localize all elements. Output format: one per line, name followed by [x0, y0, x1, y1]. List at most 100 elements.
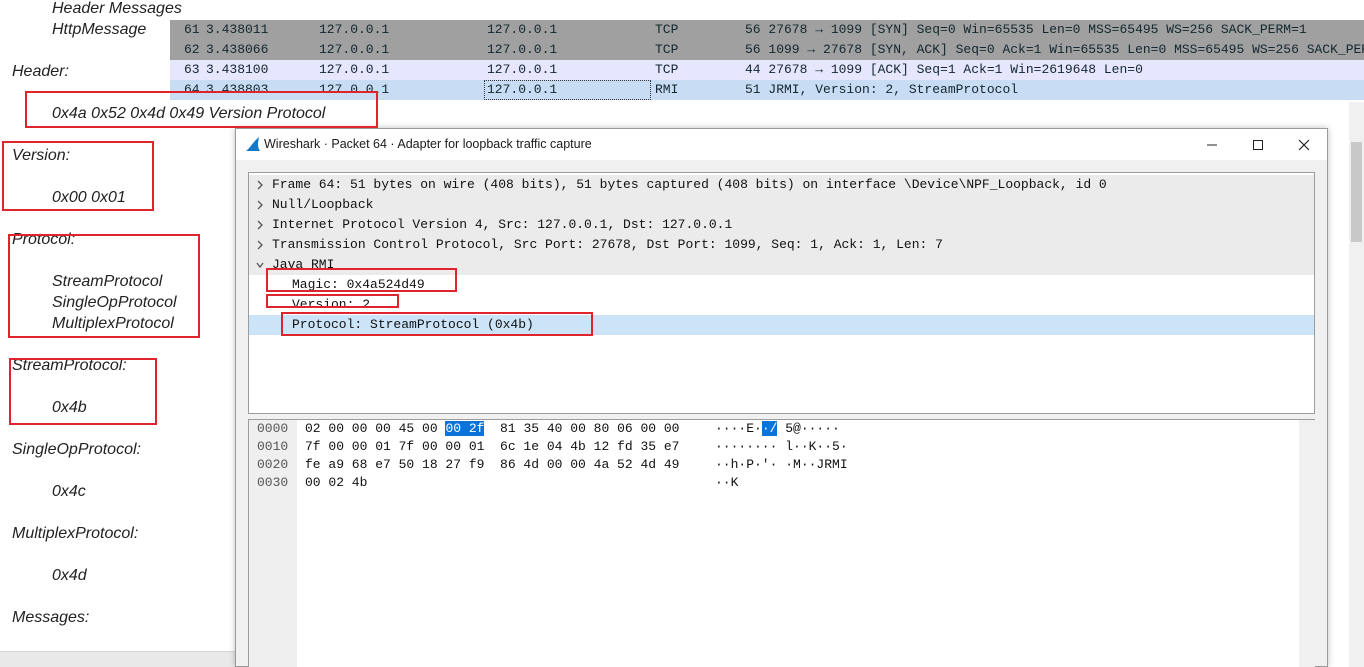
packet-list: 61 3.438011 127.0.0.1 127.0.0.1 TCP 56 2…: [170, 18, 1364, 102]
tree-item-label: Transmission Control Protocol, Src Port:…: [272, 237, 943, 252]
tree-item-frame[interactable]: Frame 64: 51 bytes on wire (408 bits), 5…: [249, 175, 1314, 195]
hex-line[interactable]: 0030 00 02 4b ··K: [249, 474, 738, 492]
doc-protocol-item: MultiplexProtocol: [52, 315, 174, 332]
hex-offset: 0010: [257, 439, 289, 454]
tree-item-magic[interactable]: Magic: 0x4a524d49: [249, 275, 1314, 295]
tree-item-ip[interactable]: Internet Protocol Version 4, Src: 127.0.…: [249, 215, 1314, 235]
hex-ascii: ··h·P·'· ·M··JRMI: [715, 457, 848, 472]
hex-offset: 0020: [257, 457, 289, 472]
packet-info: 56 1099 → 27678 [SYN, ACK] Seq=0 Ack=1 W…: [745, 42, 1364, 57]
packet-number: 63: [184, 62, 200, 77]
packet-source: 127.0.0.1: [319, 62, 390, 77]
doc-singleop-label: SingleOpProtocol:: [12, 441, 141, 458]
hex-ascii: ····E··/ 5@·····: [715, 421, 840, 436]
hex-ascii: ········ l··K··5·: [715, 439, 848, 454]
doc-stream-label: StreamProtocol:: [12, 357, 127, 374]
doc-protocol-item: SingleOpProtocol: [52, 294, 177, 311]
hex-dump-pane[interactable]: 0000 02 00 00 00 45 00 00 2f 81 35 40 00…: [248, 419, 1315, 667]
minimize-icon: [1207, 144, 1217, 146]
doc-stream-value: 0x4b: [52, 399, 87, 416]
close-icon: [1298, 139, 1310, 151]
packet-number: 64: [184, 82, 200, 97]
doc-header-value: 0x4a 0x52 0x4d 0x49 Version Protocol: [52, 105, 326, 122]
tree-item-tcp[interactable]: Transmission Control Protocol, Src Port:…: [249, 235, 1314, 255]
tree-item-label: Frame 64: 51 bytes on wire (408 bits), 5…: [272, 177, 1107, 192]
tree-item-label: Protocol: StreamProtocol (0x4b): [292, 317, 534, 332]
maximize-icon: [1253, 140, 1263, 150]
packet-info: 44 27678 → 1099 [ACK] Seq=1 Ack=1 Win=26…: [745, 62, 1143, 77]
packet-time: 3.438100: [206, 62, 269, 77]
doc-version-value: 0x00 0x01: [52, 189, 126, 206]
doc-protocol-label: Protocol:: [12, 231, 76, 248]
packet-protocol: TCP: [655, 42, 679, 57]
close-button[interactable]: [1281, 129, 1327, 160]
wireshark-fin-icon: [246, 137, 260, 151]
packet-info: 56 27678 → 1099 [SYN] Seq=0 Win=65535 Le…: [745, 22, 1307, 37]
packet-row-selected[interactable]: 64 3.438803 127.0.0.1 127.0.0.1 RMI 51 J…: [170, 80, 1364, 100]
chevron-right-icon[interactable]: [255, 199, 265, 211]
tree-item-null-loopback[interactable]: Null/Loopback: [249, 195, 1314, 215]
packet-source: 127.0.0.1: [319, 82, 390, 97]
doc-multiplex-value: 0x4d: [52, 567, 87, 584]
doc-header-label: Header:: [12, 63, 69, 80]
minimize-button[interactable]: [1189, 129, 1235, 160]
hex-vertical-scrollbar[interactable]: [1299, 420, 1315, 667]
doc-protocol-item: StreamProtocol: [52, 273, 163, 290]
hex-bytes: 00 02 4b: [305, 475, 368, 490]
main-vertical-scrollbar[interactable]: [1349, 102, 1364, 667]
doc-version-label: Version:: [12, 147, 71, 164]
packet-detail-tree: Frame 64: 51 bytes on wire (408 bits), 5…: [248, 172, 1315, 414]
scrollbar-thumb[interactable]: [1351, 142, 1362, 242]
packet-destination: 127.0.0.1: [487, 22, 558, 37]
packet-destination: 127.0.0.1: [487, 42, 558, 57]
doc-http-message: HttpMessage: [52, 21, 147, 38]
packet-info: 51 JRMI, Version: 2, StreamProtocol: [745, 82, 1019, 97]
packet-source: 127.0.0.1: [319, 42, 390, 57]
packet-source: 127.0.0.1: [319, 22, 390, 37]
doc-singleop-value: 0x4c: [52, 483, 86, 500]
packet-row[interactable]: 61 3.438011 127.0.0.1 127.0.0.1 TCP 56 2…: [170, 20, 1364, 40]
tree-item-label: Null/Loopback: [272, 197, 374, 212]
packet-window: Wireshark · Packet 64 · Adapter for loop…: [235, 128, 1328, 667]
doc-header-messages: Header Messages: [52, 0, 182, 17]
tree-item-java-rmi[interactable]: Java RMI: [249, 255, 1314, 275]
packet-number: 61: [184, 22, 200, 37]
hex-line[interactable]: 0010 7f 00 00 01 7f 00 00 01 6c 1e 04 4b…: [249, 438, 848, 456]
hex-bytes: fe a9 68 e7 50 18 27 f9 86 4d 00 00 4a 5…: [305, 457, 680, 472]
packet-destination: 127.0.0.1: [487, 82, 558, 97]
ascii-selected: ·/: [761, 421, 778, 436]
hex-bytes: 02 00 00 00 45 00 00 2f 81 35 40 00 80 0…: [305, 421, 680, 436]
doc-messages-label: Messages:: [12, 609, 90, 626]
chevron-right-icon[interactable]: [255, 219, 265, 231]
packet-time: 3.438066: [206, 42, 269, 57]
chevron-down-icon[interactable]: [255, 259, 265, 271]
packet-row[interactable]: 62 3.438066 127.0.0.1 127.0.0.1 TCP 56 1…: [170, 40, 1364, 60]
window-titlebar[interactable]: Wireshark · Packet 64 · Adapter for loop…: [236, 129, 1327, 160]
hex-line[interactable]: 0020 fe a9 68 e7 50 18 27 f9 86 4d 00 00…: [249, 456, 848, 474]
chevron-right-icon[interactable]: [255, 239, 265, 251]
doc-multiplex-label: MultiplexProtocol:: [12, 525, 139, 542]
tree-item-protocol[interactable]: Protocol: StreamProtocol (0x4b): [249, 315, 1314, 335]
packet-row[interactable]: 63 3.438100 127.0.0.1 127.0.0.1 TCP 44 2…: [170, 60, 1364, 80]
hex-offset: 0030: [257, 475, 289, 490]
packet-protocol: TCP: [655, 22, 679, 37]
tree-item-label: Internet Protocol Version 4, Src: 127.0.…: [272, 217, 733, 232]
maximize-button[interactable]: [1235, 129, 1281, 160]
hex-line[interactable]: 0000 02 00 00 00 45 00 00 2f 81 35 40 00…: [249, 420, 840, 438]
window-title: Wireshark · Packet 64 · Adapter for loop…: [264, 137, 592, 151]
hex-selected-bytes: 00 2f: [445, 421, 485, 436]
packet-protocol: TCP: [655, 62, 679, 77]
packet-protocol: RMI: [655, 82, 679, 97]
tree-item-version[interactable]: Version: 2: [249, 295, 1314, 315]
doc-horizontal-scrollbar[interactable]: [0, 651, 235, 667]
tree-item-label: Java RMI: [272, 257, 335, 272]
chevron-right-icon[interactable]: [255, 179, 265, 191]
packet-time: 3.438803: [206, 82, 269, 97]
tree-item-label: Magic: 0x4a524d49: [292, 277, 425, 292]
packet-time: 3.438011: [206, 22, 269, 37]
hex-ascii: ··K: [715, 475, 739, 490]
hex-offset: 0000: [257, 421, 289, 436]
hex-bytes: 7f 00 00 01 7f 00 00 01 6c 1e 04 4b 12 f…: [305, 439, 680, 454]
packet-destination: 127.0.0.1: [487, 62, 558, 77]
packet-number: 62: [184, 42, 200, 57]
